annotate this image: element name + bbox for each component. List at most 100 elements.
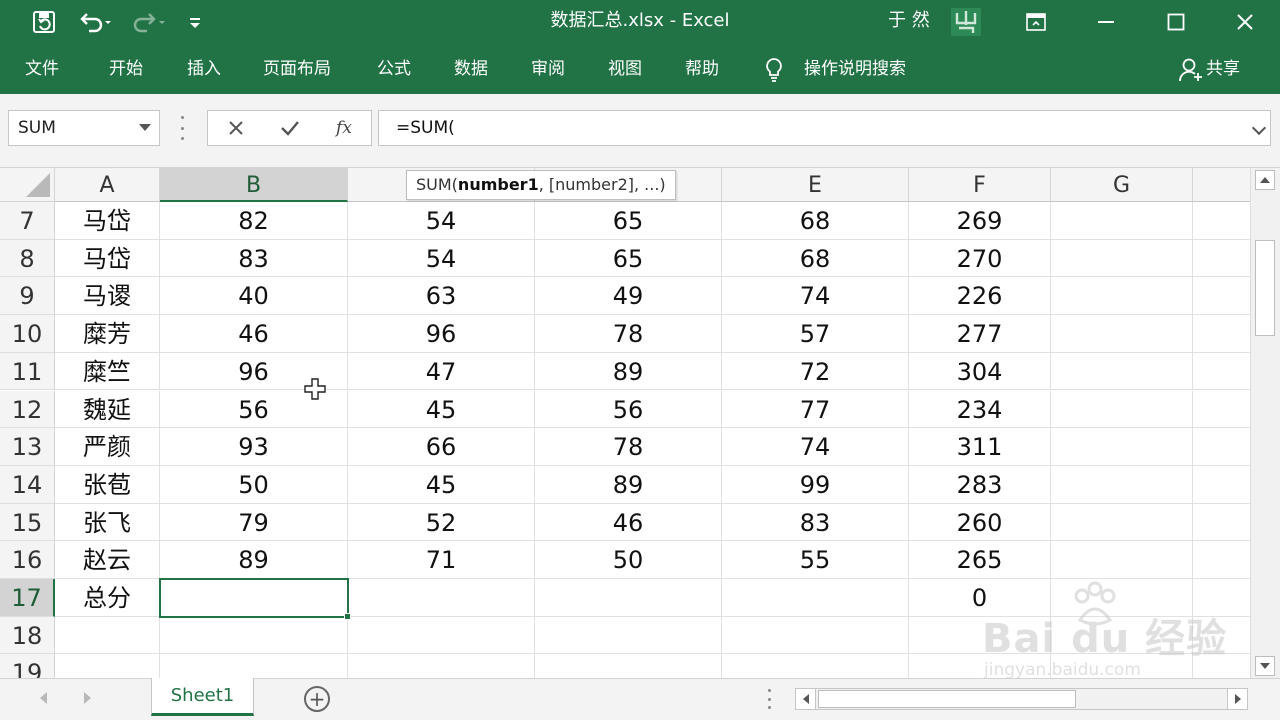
tab-data[interactable]: 数据 — [454, 44, 488, 94]
cell-b14[interactable]: 50 — [160, 465, 348, 504]
cell-b8[interactable]: 83 — [160, 239, 348, 278]
cell-g11[interactable] — [1051, 352, 1193, 391]
row-header-11[interactable]: 11 — [0, 352, 55, 391]
cell-d10[interactable]: 78 — [535, 315, 722, 353]
cell-e11[interactable]: 72 — [722, 352, 909, 391]
horizontal-scrollbar[interactable] — [795, 688, 1248, 710]
row-header-19[interactable]: 19 — [0, 654, 55, 678]
cell-b19[interactable] — [160, 654, 348, 678]
cell-f16[interactable]: 265 — [909, 541, 1051, 579]
scroll-down-icon[interactable] — [1255, 656, 1275, 676]
cell-partial-column[interactable] — [1193, 353, 1250, 391]
column-header-f[interactable]: F — [909, 168, 1051, 202]
cell-g9[interactable] — [1051, 277, 1193, 316]
cell-f13[interactable]: 311 — [909, 428, 1051, 466]
next-sheet-icon[interactable] — [84, 692, 91, 704]
cell-f15[interactable]: 260 — [909, 503, 1051, 542]
row-header-12[interactable]: 12 — [0, 390, 55, 429]
cell-c7[interactable]: 54 — [348, 202, 535, 240]
scroll-up-icon[interactable] — [1255, 170, 1275, 190]
tab-help[interactable]: 帮助 — [685, 44, 719, 94]
cell-e14[interactable]: 99 — [722, 465, 909, 504]
function-tooltip[interactable]: SUM(number1, [number2], ...) — [406, 170, 676, 200]
cell-g12[interactable] — [1051, 390, 1193, 429]
row-header-10[interactable]: 10 — [0, 315, 55, 353]
cell-c9[interactable]: 63 — [348, 277, 535, 316]
cell-d19[interactable] — [535, 654, 722, 678]
fill-handle[interactable] — [344, 612, 351, 620]
cell-b10[interactable]: 46 — [160, 315, 348, 353]
insert-function-icon[interactable]: fx — [324, 111, 364, 145]
cell-b7[interactable]: 82 — [160, 202, 348, 240]
cell-partial-column[interactable] — [1193, 617, 1250, 655]
horizontal-scroll-thumb[interactable] — [818, 690, 1076, 708]
cell-g19[interactable] — [1051, 654, 1193, 678]
select-all-button[interactable] — [0, 168, 55, 202]
tab-home[interactable]: 开始 — [109, 44, 143, 94]
cell-c14[interactable]: 45 — [348, 465, 535, 504]
column-header-a[interactable]: A — [55, 168, 160, 202]
cell-f11[interactable]: 304 — [909, 352, 1051, 391]
cell-f7[interactable]: 269 — [909, 202, 1051, 240]
cell-a13[interactable]: 严颜 — [55, 428, 160, 466]
cell-c18[interactable] — [348, 616, 535, 655]
cell-e19[interactable] — [722, 654, 909, 678]
undo-icon[interactable] — [74, 0, 114, 44]
column-header-e[interactable]: E — [722, 168, 909, 202]
tab-insert[interactable]: 插入 — [187, 44, 221, 94]
close-icon[interactable] — [1222, 0, 1268, 44]
tab-review[interactable]: 审阅 — [531, 44, 565, 94]
column-header-b[interactable]: B — [160, 168, 348, 202]
cell-c8[interactable]: 54 — [348, 239, 535, 278]
cell-partial-column[interactable] — [1193, 541, 1250, 579]
cell-d16[interactable]: 50 — [535, 541, 722, 579]
cell-g7[interactable] — [1051, 202, 1193, 240]
tab-page-layout[interactable]: 页面布局 — [263, 44, 331, 94]
cell-a9[interactable]: 马谡 — [55, 277, 160, 316]
active-cell-border[interactable] — [159, 578, 349, 618]
cell-a16[interactable]: 赵云 — [55, 541, 160, 579]
cell-g16[interactable] — [1051, 541, 1193, 579]
vertical-scroll-thumb[interactable] — [1255, 240, 1275, 336]
user-name[interactable]: 于 然 — [888, 0, 930, 44]
scroll-left-icon[interactable] — [796, 689, 816, 709]
row-header-18[interactable]: 18 — [0, 616, 55, 655]
cell-g13[interactable] — [1051, 428, 1193, 466]
cell-a10[interactable]: 糜芳 — [55, 315, 160, 353]
row-header-13[interactable]: 13 — [0, 428, 55, 466]
cell-b13[interactable]: 93 — [160, 428, 348, 466]
worksheet-grid[interactable]: ABCDEFG7马岱825465682698马岱835465682709马谡40… — [0, 168, 1250, 678]
column-header-g[interactable]: G — [1051, 168, 1193, 202]
formula-input[interactable]: =SUM( — [378, 110, 1271, 146]
cell-f18[interactable] — [909, 616, 1051, 655]
cell-f19[interactable] — [909, 654, 1051, 678]
cell-a12[interactable]: 魏延 — [55, 390, 160, 429]
cell-d18[interactable] — [535, 616, 722, 655]
cell-g10[interactable] — [1051, 315, 1193, 353]
cell-e12[interactable]: 77 — [722, 390, 909, 429]
row-header-7[interactable]: 7 — [0, 202, 55, 240]
tab-split-handle[interactable] — [766, 689, 772, 709]
cell-g18[interactable] — [1051, 616, 1193, 655]
row-header-8[interactable]: 8 — [0, 239, 55, 278]
cell-d14[interactable]: 89 — [535, 465, 722, 504]
cell-d17[interactable] — [535, 579, 722, 617]
lightbulb-icon[interactable] — [764, 57, 784, 83]
prev-sheet-icon[interactable] — [40, 692, 47, 704]
expand-formula-bar-icon[interactable] — [1251, 120, 1267, 136]
cell-e15[interactable]: 83 — [722, 503, 909, 542]
row-header-16[interactable]: 16 — [0, 541, 55, 579]
cell-e16[interactable]: 55 — [722, 541, 909, 579]
cell-partial-column[interactable] — [1193, 315, 1250, 353]
cell-g8[interactable] — [1051, 239, 1193, 278]
cell-c13[interactable]: 66 — [348, 428, 535, 466]
user-avatar-icon[interactable] — [951, 8, 981, 36]
cell-c16[interactable]: 71 — [348, 541, 535, 579]
redo-icon[interactable] — [128, 0, 168, 44]
add-sheet-icon[interactable]: + — [304, 686, 330, 712]
cell-d7[interactable]: 65 — [535, 202, 722, 240]
cancel-icon[interactable] — [216, 111, 256, 145]
cell-a14[interactable]: 张苞 — [55, 465, 160, 504]
cell-c10[interactable]: 96 — [348, 315, 535, 353]
cell-g17[interactable] — [1051, 579, 1193, 617]
